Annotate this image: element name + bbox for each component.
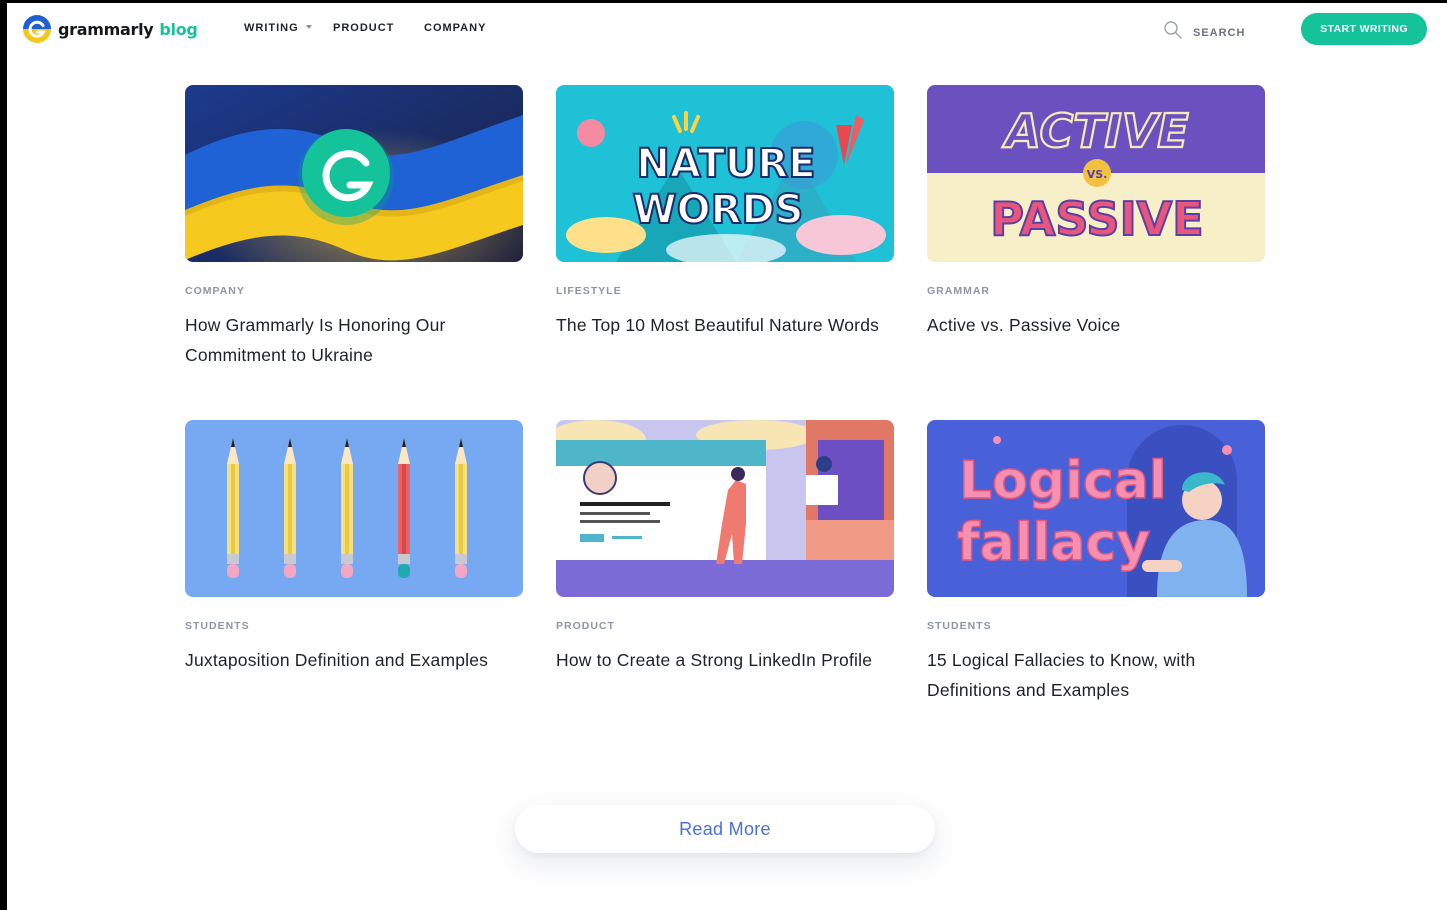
article-category: STUDENTS [927,620,992,632]
read-more-button[interactable]: Read More [515,805,935,853]
article-title[interactable]: How Grammarly Is Honoring Our Commitment… [185,310,523,370]
article-card[interactable]: Logical fallacy STUDENTS 15 Logical Fall… [927,420,1265,705]
active-text: ACTIVE [1002,104,1188,158]
nature-words-illustration: NATURE WORDS [556,85,894,262]
vs-text: VS. [1087,168,1108,181]
ukraine-flag-grammarly-logo-image [185,85,523,262]
blog-page: grammarly blog WRITING PRODUCT COMPANY S… [7,3,1447,910]
pencils-illustration [185,420,523,597]
logo-blog-suffix: blog [159,19,198,39]
article-title[interactable]: How to Create a Strong LinkedIn Profile [556,645,894,675]
chevron-down-icon [305,25,312,30]
nature-text: NATURE [636,141,815,187]
grammarly-logo-icon [23,15,51,43]
article-title[interactable]: 15 Logical Fallacies to Know, with Defin… [927,645,1265,705]
start-writing-button[interactable]: START WRITING [1301,13,1427,45]
logo-wordmark: grammarly [58,19,154,39]
active-vs-passive-illustration: ACTIVE VS. PASSIVE [927,85,1265,262]
article-title[interactable]: Active vs. Passive Voice [927,310,1265,340]
article-category: PRODUCT [556,620,615,632]
article-category: GRAMMAR [927,285,990,297]
logical-fallacy-illustration: Logical fallacy [927,420,1265,597]
article-title[interactable]: The Top 10 Most Beautiful Nature Words [556,310,894,340]
search-button[interactable]: SEARCH [1163,20,1245,45]
article-title[interactable]: Juxtaposition Definition and Examples [185,645,523,675]
search-label: SEARCH [1193,26,1246,39]
logical-text: Logical [959,451,1167,511]
nav-writing[interactable]: WRITING [244,22,312,34]
article-card[interactable]: COMPANY How Grammarly Is Honoring Our Co… [185,85,523,370]
article-card[interactable]: STUDENTS Juxtaposition Definition and Ex… [185,420,523,675]
site-header: grammarly blog WRITING PRODUCT COMPANY S… [7,3,1447,55]
article-card[interactable]: ACTIVE VS. PASSIVE GRAMMAR Active vs. Pa… [927,85,1265,340]
article-category: LIFESTYLE [556,285,622,297]
search-icon [1163,20,1183,45]
nav-writing-label: WRITING [244,22,299,34]
nav-product[interactable]: PRODUCT [333,22,394,34]
article-category: STUDENTS [185,620,250,632]
grammarly-blog-logo[interactable]: grammarly blog [23,15,198,43]
article-category: COMPANY [185,285,245,297]
words-text: WORDS [633,187,804,233]
article-card[interactable]: NATURE WORDS LIFESTYLE The Top 10 Most B… [556,85,894,340]
linkedin-profile-illustration [556,420,894,597]
fallacy-text: fallacy [957,513,1150,573]
nav-company[interactable]: COMPANY [424,22,486,34]
passive-text: PASSIVE [990,192,1203,246]
article-card[interactable]: PRODUCT How to Create a Strong LinkedIn … [556,420,894,675]
